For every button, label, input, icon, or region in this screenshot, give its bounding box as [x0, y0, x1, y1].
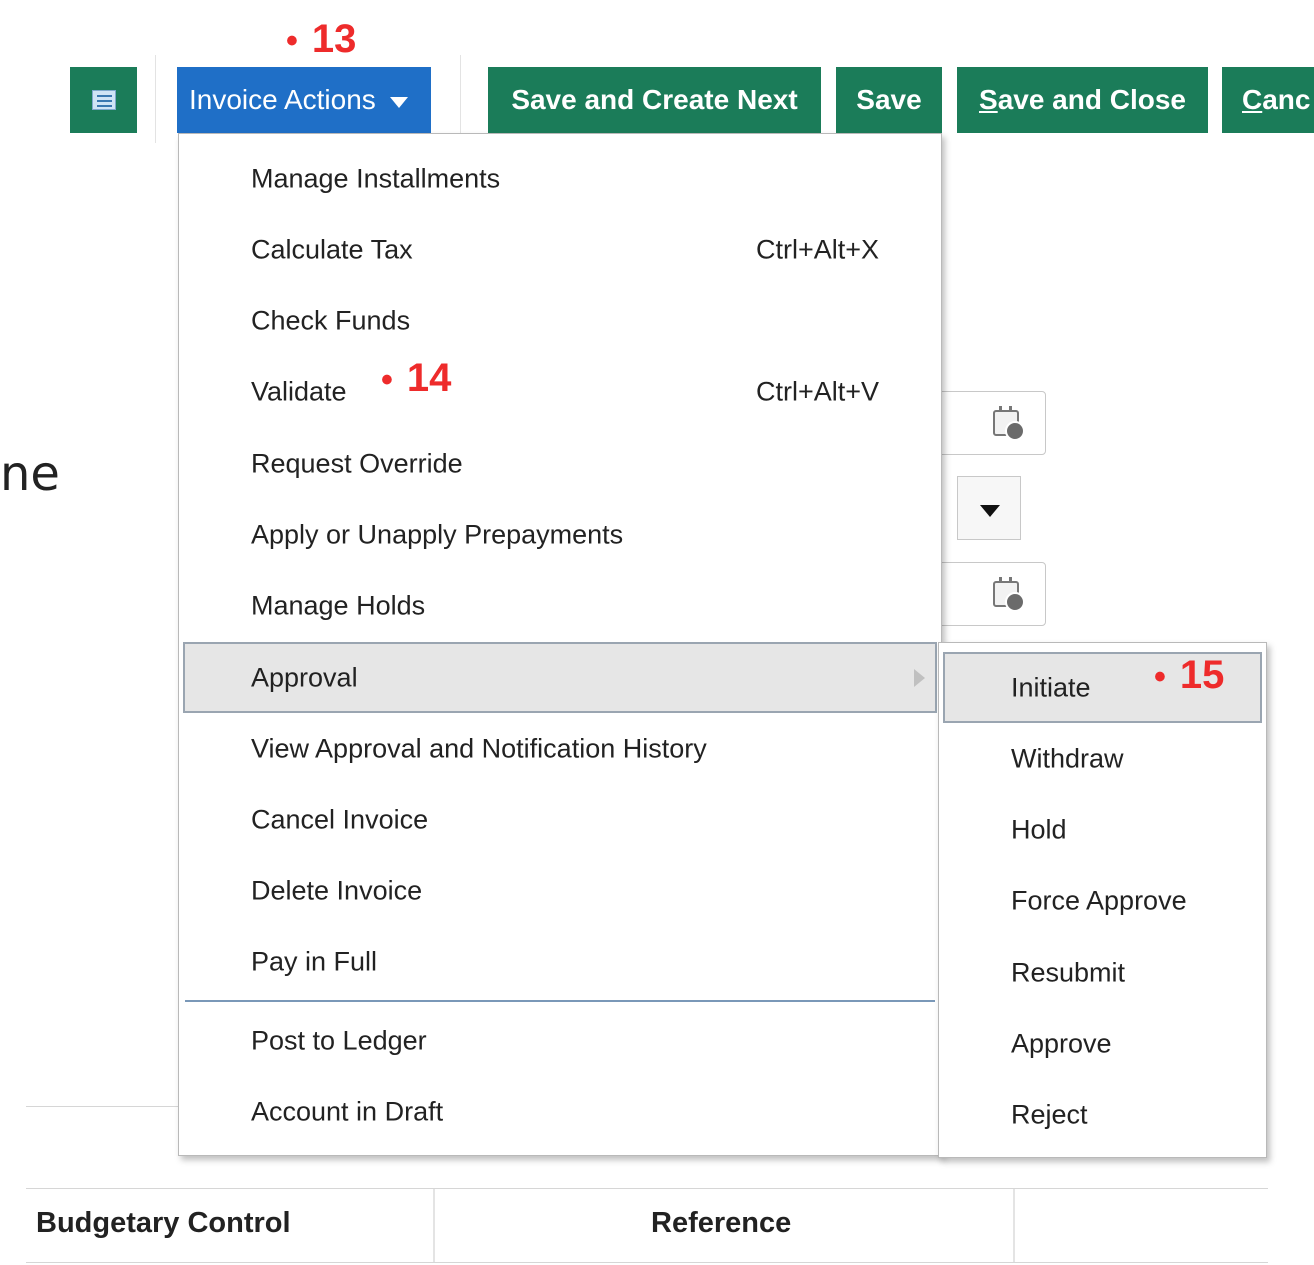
menu-item-approval[interactable]: Approval [183, 642, 937, 713]
invoice-actions-label: Invoice Actions [189, 84, 376, 115]
divider [26, 1188, 1268, 1189]
date-field[interactable] [940, 391, 1046, 455]
invoice-actions-button[interactable]: Invoice Actions [177, 67, 431, 133]
menu-item-cancel-invoice[interactable]: Cancel Invoice [179, 784, 941, 855]
cancel-label: Canc [1242, 84, 1311, 115]
menu-item-account-in-draft[interactable]: Account in Draft [179, 1076, 941, 1147]
save-and-close-button[interactable]: Save and Close [957, 67, 1208, 133]
invoice-actions-menu: Manage Installments Calculate Tax Ctrl+Al… [178, 133, 942, 1156]
menu-item-calculate-tax[interactable]: Calculate Tax Ctrl+Alt+X [179, 214, 941, 285]
submenu-item-reject[interactable]: Reject [939, 1079, 1266, 1150]
submenu-arrow-icon [914, 668, 925, 687]
divider [26, 1262, 1268, 1263]
column-header-reference[interactable]: Reference [651, 1207, 791, 1240]
menu-item-view-approval-history[interactable]: View Approval and Notification History [179, 713, 941, 784]
save-label: Save [856, 84, 922, 115]
menu-item-request-override[interactable]: Request Override [179, 428, 941, 499]
shortcut-label: Ctrl+Alt+X [756, 234, 880, 264]
save-and-create-next-button[interactable]: Save and Create Next [488, 67, 821, 133]
caret-down-icon [980, 505, 1000, 517]
shortcut-label: Ctrl+Alt+V [756, 376, 880, 406]
partial-field-label: ne [0, 446, 60, 502]
calendar-icon[interactable] [993, 577, 1025, 612]
menu-item-manage-holds[interactable]: Manage Holds [179, 570, 941, 641]
menu-item-manage-installments[interactable]: Manage Installments [179, 143, 941, 214]
submenu-item-approve[interactable]: Approve [939, 1008, 1266, 1079]
toolbar-separator [460, 55, 461, 143]
submenu-item-hold[interactable]: Hold [939, 794, 1266, 865]
calendar-icon[interactable] [993, 406, 1025, 441]
approval-submenu: Initiate Withdraw Hold Force Approve Res… [938, 642, 1267, 1158]
menu-item-apply-or-unapply-prepayments[interactable]: Apply or Unapply Prepayments [179, 499, 941, 570]
menu-item-post-to-ledger[interactable]: Post to Ledger [179, 1005, 941, 1076]
toolbar-separator [155, 55, 156, 143]
menu-item-pay-in-full[interactable]: Pay in Full [179, 926, 941, 997]
save-button[interactable]: Save [836, 67, 942, 133]
submenu-item-force-approve[interactable]: Force Approve [939, 865, 1266, 936]
cancel-button[interactable]: Canc [1222, 67, 1314, 133]
step-marker-15: • 15 [1154, 653, 1225, 697]
dropdown-button[interactable] [957, 476, 1021, 540]
step-marker-14: • 14 [381, 356, 452, 400]
date-field[interactable] [940, 562, 1046, 626]
menu-divider [185, 1000, 935, 1002]
save-and-close-label: Save and Close [979, 84, 1186, 115]
menu-item-validate[interactable]: Validate Ctrl+Alt+V [179, 356, 941, 427]
list-view-button[interactable] [70, 67, 137, 133]
list-view-icon [91, 90, 116, 110]
divider [26, 1106, 178, 1107]
submenu-item-withdraw[interactable]: Withdraw [939, 723, 1266, 794]
save-and-create-next-label: Save and Create Next [511, 84, 798, 115]
column-header-budgetary-control[interactable]: Budgetary Control [36, 1207, 291, 1240]
column-divider [433, 1189, 435, 1262]
menu-item-delete-invoice[interactable]: Delete Invoice [179, 855, 941, 926]
submenu-item-resubmit[interactable]: Resubmit [939, 937, 1266, 1008]
chevron-down-icon [389, 96, 408, 108]
step-marker-13: • 13 [286, 17, 357, 61]
menu-item-check-funds[interactable]: Check Funds [179, 285, 941, 356]
column-divider [1013, 1189, 1015, 1262]
